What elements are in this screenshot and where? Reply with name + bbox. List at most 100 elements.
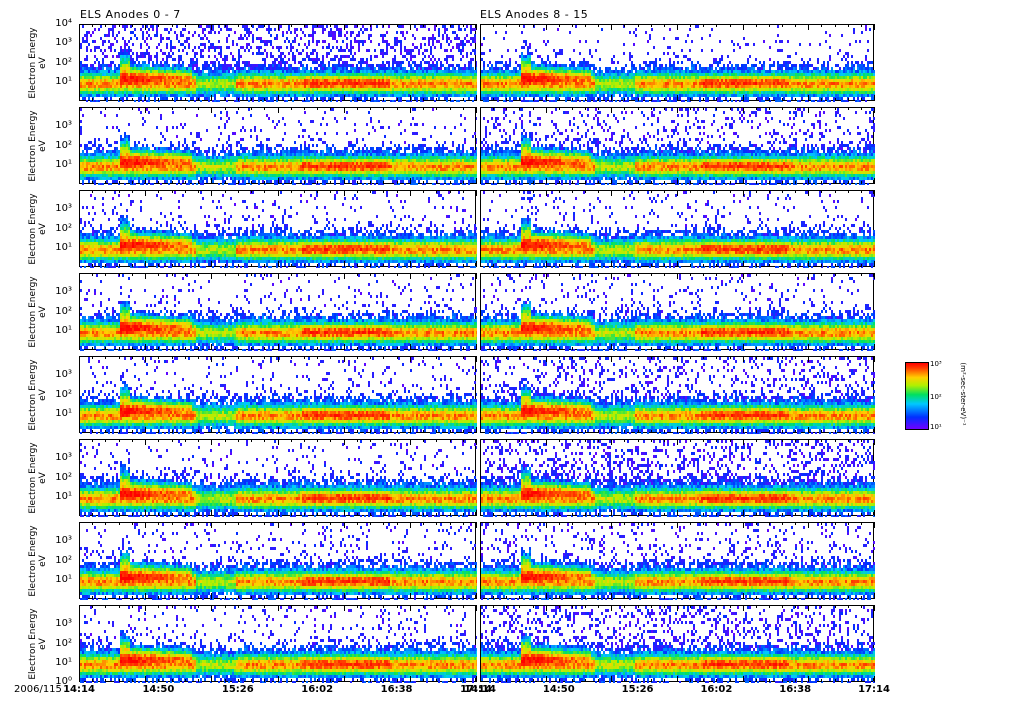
x-tick	[742, 676, 744, 682]
x-tick	[821, 605, 823, 608]
x-tick	[493, 605, 495, 608]
x-tick	[224, 596, 226, 599]
x-tick	[277, 427, 279, 433]
x-tick	[519, 347, 521, 350]
x-tick	[449, 679, 451, 682]
x-tick	[476, 522, 477, 528]
x-tick	[874, 356, 875, 362]
x-tick	[768, 273, 770, 276]
x-tick	[611, 261, 613, 267]
x-tick	[343, 24, 345, 30]
x-tick	[585, 24, 587, 27]
x-tick	[742, 439, 744, 445]
spectrogram-heatmap	[481, 606, 875, 683]
x-tick	[105, 24, 107, 27]
x-tick	[264, 596, 266, 599]
x-tick	[251, 522, 253, 525]
x-tick	[558, 273, 560, 276]
x-tick	[782, 107, 784, 110]
x-tick	[449, 513, 451, 516]
x-tick	[145, 178, 147, 184]
x-tick	[171, 679, 173, 682]
x-tick	[847, 356, 849, 359]
x-tick	[637, 513, 639, 516]
x-tick	[158, 273, 160, 276]
x-tick	[571, 190, 573, 193]
x-tick	[585, 679, 587, 682]
x-tick	[92, 98, 94, 101]
x-tick	[480, 178, 481, 184]
x-tick	[637, 190, 639, 193]
x-tick	[383, 347, 385, 350]
x-tick	[716, 679, 718, 682]
x-tick	[729, 430, 731, 433]
x-tick	[624, 190, 626, 193]
x-tick	[821, 596, 823, 599]
x-tick	[782, 181, 784, 184]
x-tick	[171, 98, 173, 101]
y-axis-title: Electron Energy eV	[28, 438, 48, 518]
x-tick	[158, 98, 160, 101]
x-tick	[158, 356, 160, 359]
x-tick	[558, 679, 560, 682]
x-tick	[476, 605, 477, 611]
x-tick	[519, 513, 521, 516]
x-tick	[860, 356, 862, 359]
x-tick	[585, 439, 587, 442]
x-tick	[476, 261, 477, 267]
x-tick	[79, 273, 80, 279]
x-tick	[637, 107, 639, 110]
x-tick	[145, 24, 147, 30]
y-axis-title: Electron Energy eV	[28, 272, 48, 352]
x-tick	[290, 98, 292, 101]
x-tick	[79, 605, 80, 611]
x-tick	[611, 344, 613, 350]
x-tick	[742, 427, 744, 433]
x-tick	[624, 522, 626, 525]
x-tick	[755, 24, 757, 27]
x-tick	[663, 439, 665, 442]
spectrogram-heatmap	[481, 523, 875, 600]
x-tick	[532, 513, 534, 516]
x-tick	[158, 347, 160, 350]
x-tick	[716, 605, 718, 608]
x-tick	[145, 190, 147, 196]
x-tick	[105, 439, 107, 442]
x-tick	[436, 679, 438, 682]
x-tick	[237, 181, 239, 184]
x-tick	[264, 347, 266, 350]
x-tick	[558, 24, 560, 27]
x-tick	[317, 24, 319, 27]
x-tick	[79, 190, 80, 196]
x-tick	[874, 24, 875, 30]
x-tick	[145, 273, 147, 279]
x-tick	[462, 190, 464, 193]
x-tick	[131, 98, 133, 101]
x-tick	[224, 679, 226, 682]
x-tick	[729, 107, 731, 110]
x-tick	[690, 273, 692, 276]
x-tick	[519, 98, 521, 101]
x-tick	[637, 596, 639, 599]
x-tick-label: 15:26	[221, 684, 254, 695]
x-tick	[703, 605, 705, 608]
x-tick	[598, 24, 600, 27]
x-tick	[768, 430, 770, 433]
x-tick	[92, 24, 94, 27]
x-tick	[317, 347, 319, 350]
x-tick	[356, 679, 358, 682]
x-tick	[237, 356, 239, 359]
x-tick	[571, 98, 573, 101]
x-tick	[637, 181, 639, 184]
spectrogram-heatmap	[80, 191, 477, 268]
x-tick	[506, 347, 508, 350]
y-axis-unit: eV	[38, 554, 48, 567]
x-tick	[860, 679, 862, 682]
x-tick	[158, 513, 160, 516]
x-tick	[558, 107, 560, 110]
x-tick	[290, 522, 292, 525]
x-tick	[519, 439, 521, 442]
x-tick	[198, 24, 200, 27]
x-tick	[677, 356, 678, 362]
x-tick	[729, 513, 731, 516]
